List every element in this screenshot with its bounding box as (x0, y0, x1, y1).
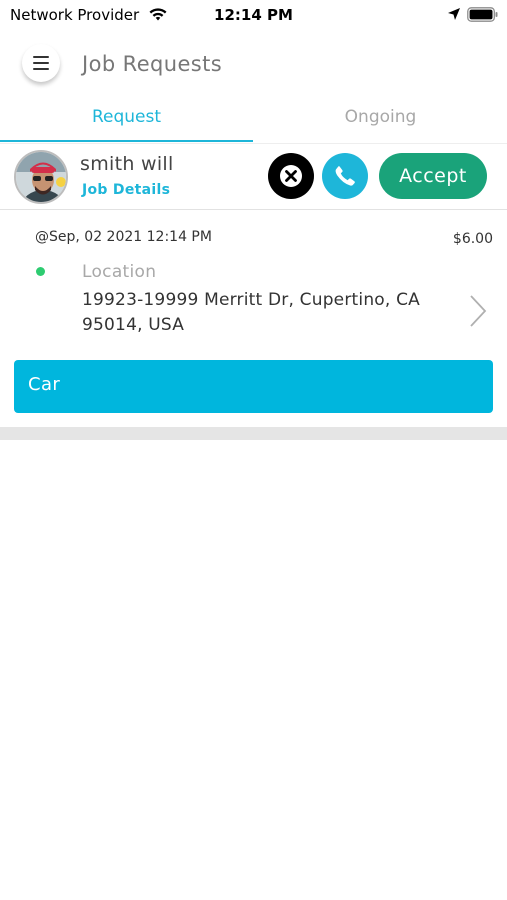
battery-icon (467, 7, 498, 22)
chevron-right-icon[interactable] (468, 294, 488, 328)
avatar (14, 150, 68, 204)
location-arrow-icon (448, 8, 460, 20)
accept-button[interactable]: Accept (379, 153, 487, 199)
fare-price: $6.00 (452, 231, 493, 247)
page-title: Job Requests (82, 52, 223, 76)
close-icon (280, 165, 302, 187)
job-details-link[interactable]: Job Details (82, 182, 170, 198)
section-divider (0, 427, 507, 440)
pickup-address: 19923-19999 Merritt Dr, Cupertino, CA 95… (82, 290, 421, 335)
tab-ongoing[interactable]: Ongoing (254, 96, 507, 142)
app-header: Job Requests (0, 34, 507, 96)
job-request-card: smith will Job Details Accept (0, 146, 507, 210)
location-dot-icon (36, 267, 45, 276)
active-tab-indicator (0, 140, 253, 142)
phone-icon (335, 166, 355, 186)
hamburger-menu-icon[interactable] (22, 44, 60, 82)
requester-name: smith will (80, 153, 174, 175)
reject-button[interactable] (268, 153, 314, 199)
tab-request[interactable]: Request (0, 96, 253, 142)
request-datetime: @Sep, 02 2021 12:14 PM (35, 229, 212, 245)
vehicle-type-bar: Car (14, 360, 493, 413)
location-label: Location (82, 262, 157, 282)
status-bar: Network Provider 12:14 PM (0, 0, 507, 32)
vehicle-type-label: Car (28, 374, 61, 395)
clock-time: 12:14 PM (214, 6, 293, 24)
tab-bar: Request Ongoing (0, 96, 507, 144)
call-button[interactable] (322, 153, 368, 199)
